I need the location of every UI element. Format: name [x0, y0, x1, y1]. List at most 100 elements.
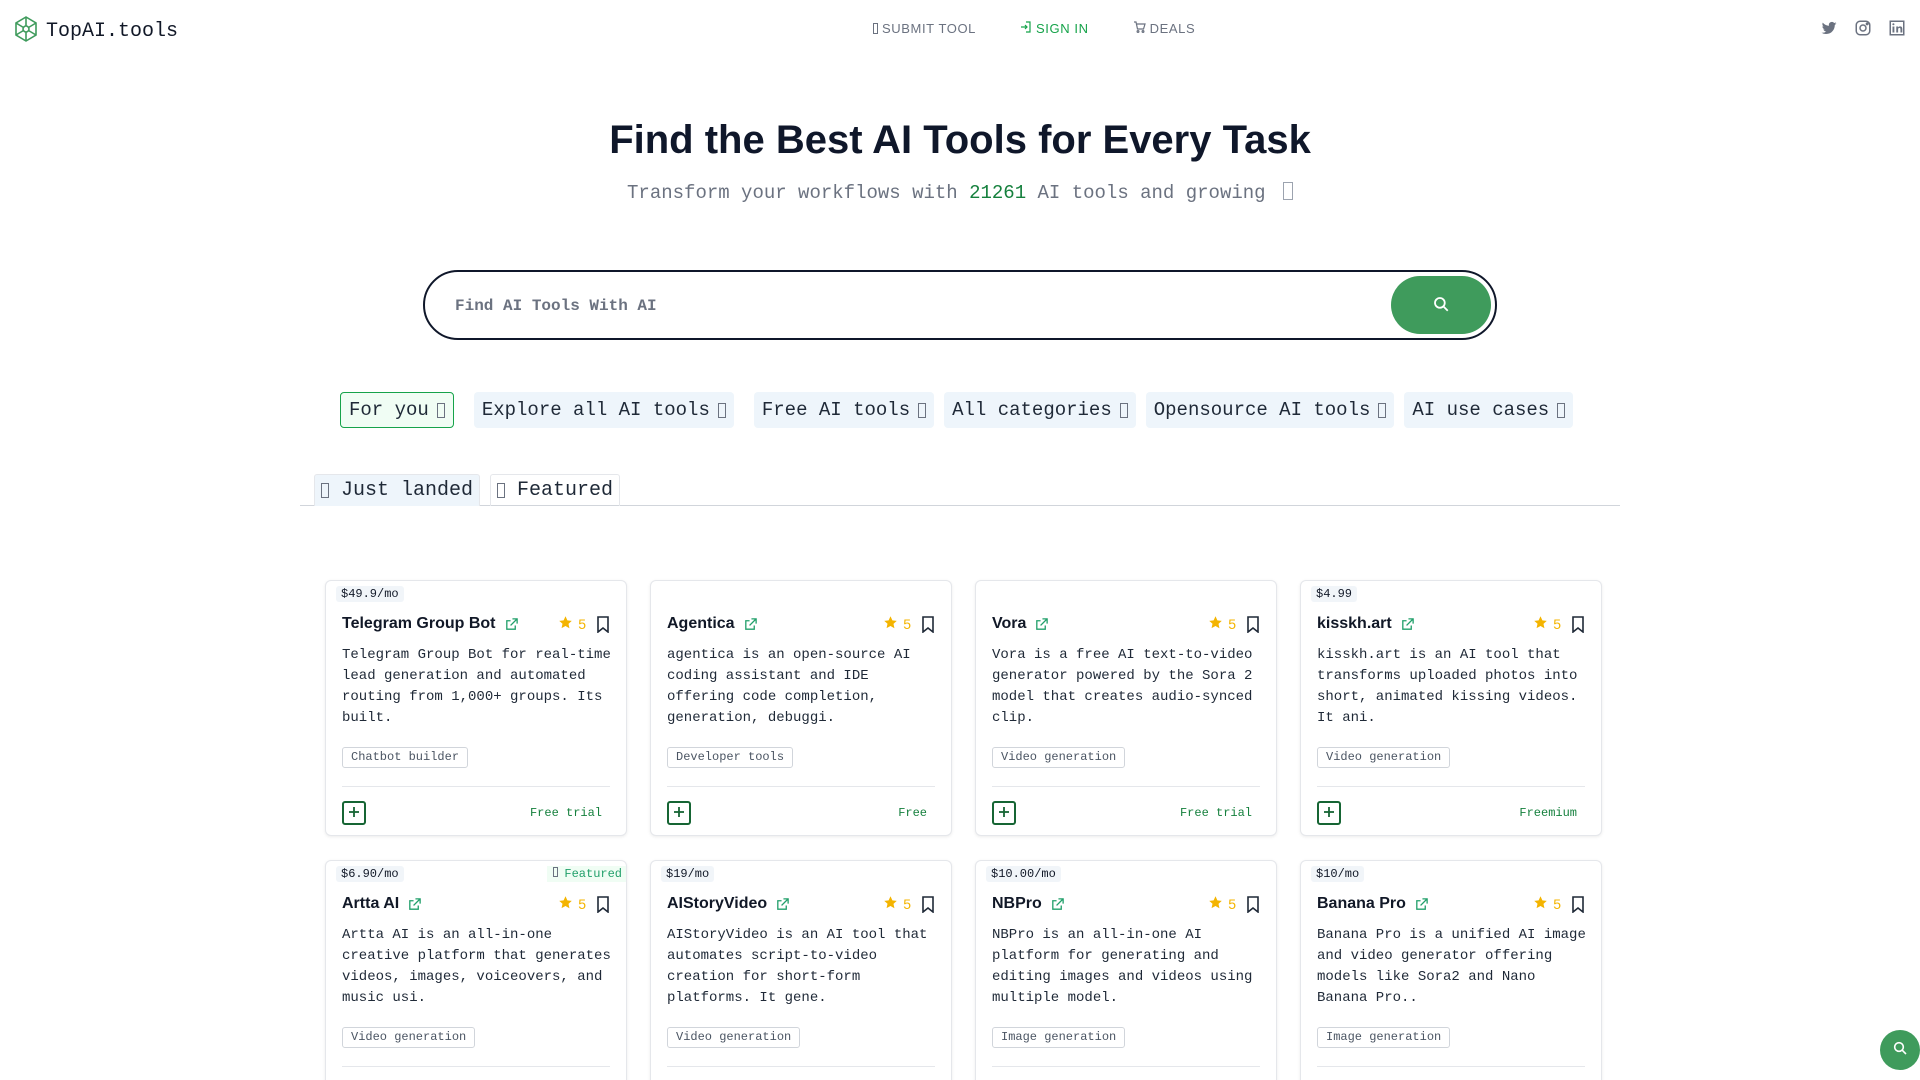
- code-icon: [1378, 402, 1387, 418]
- card-title[interactable]: AIStoryVideo: [667, 895, 767, 913]
- hero-sub-prefix: Transform your workflows with: [627, 182, 958, 204]
- compass-icon: [717, 402, 726, 418]
- add-to-list-button[interactable]: [1317, 801, 1341, 825]
- tool-card[interactable]: $10/mo Banana Pro 5 Banana Pro is a unified…: [1300, 860, 1602, 1080]
- external-link-icon[interactable]: [1400, 617, 1415, 632]
- card-title[interactable]: kisskh.art: [1317, 615, 1392, 633]
- plus-icon: [348, 806, 360, 821]
- bookmark-icon[interactable]: [1246, 615, 1260, 633]
- card-divider: [342, 1066, 610, 1067]
- add-to-list-button[interactable]: [992, 801, 1016, 825]
- star-icon: [1208, 895, 1223, 913]
- bookmark-icon[interactable]: [921, 615, 935, 633]
- pill-opensource[interactable]: Opensource AI tools: [1145, 392, 1395, 428]
- card-description: agentica is an open-source AI coding ass…: [667, 647, 911, 726]
- featured-label: Featured: [564, 867, 622, 881]
- nav-sign-in[interactable]: SIGN IN: [1020, 21, 1089, 36]
- tool-card[interactable]: $10.00/mo NBPro 5 NBPro is an all-in-one AI…: [975, 860, 1277, 1080]
- tool-card[interactable]: $6.90/mo Featured Artta AI 5 Artta AI is an …: [325, 860, 627, 1080]
- star-icon: [1208, 615, 1223, 633]
- pricing-model: Free: [898, 806, 927, 820]
- tool-card[interactable]: $4.99 kisskh.art 5 kisskh.art is an AI tool…: [1300, 580, 1602, 836]
- twitter-icon[interactable]: [1820, 19, 1838, 37]
- external-link-icon[interactable]: [407, 897, 422, 912]
- external-link-icon[interactable]: [504, 617, 519, 632]
- search-button[interactable]: [1391, 276, 1491, 334]
- external-link-icon[interactable]: [1050, 897, 1065, 912]
- tool-card[interactable]: $19/mo AIStoryVideo 5 AIStoryVideo is an AI…: [650, 860, 952, 1080]
- category-tag[interactable]: Chatbot builder: [342, 747, 469, 768]
- rating: 5: [1208, 895, 1236, 913]
- card-title-row: Artta AI 5: [342, 893, 610, 915]
- instagram-icon[interactable]: [1854, 19, 1872, 37]
- bookmark-icon[interactable]: [921, 895, 935, 913]
- plus-icon: [1323, 806, 1335, 821]
- hero-title: Find the Best AI Tools for Every Task: [609, 118, 1311, 162]
- card-description: kisskh.art is an AI tool that transforms…: [1317, 647, 1578, 726]
- card-title[interactable]: Agentica: [667, 615, 735, 633]
- rating: 5: [558, 615, 586, 633]
- search-icon: [1892, 1040, 1908, 1061]
- external-link-icon[interactable]: [775, 897, 790, 912]
- category-tag[interactable]: Video generation: [667, 1027, 801, 1048]
- bookmark-icon[interactable]: [1246, 895, 1260, 913]
- category-tag[interactable]: Developer tools: [667, 747, 794, 768]
- rating-value: 5: [578, 896, 586, 912]
- card-title[interactable]: Telegram Group Bot: [342, 615, 496, 633]
- bookmark-icon[interactable]: [1571, 895, 1585, 913]
- external-link-icon[interactable]: [743, 617, 758, 632]
- tab-label: Featured: [517, 479, 614, 502]
- tool-card[interactable]: Agentica 5 agentica is an open-source AI c…: [650, 580, 952, 836]
- nav-deals[interactable]: DEALS: [1133, 21, 1196, 36]
- tab-featured[interactable]: Featured: [490, 474, 621, 506]
- plus-icon: [673, 806, 685, 821]
- external-link-icon[interactable]: [1414, 897, 1429, 912]
- price-badge: $19/mo: [661, 866, 715, 882]
- tool-card[interactable]: Vora 5 Vora is a free AI text-to-video gen…: [975, 580, 1277, 836]
- card-title[interactable]: NBPro: [992, 895, 1042, 913]
- card-title-row: Telegram Group Bot 5: [342, 613, 610, 635]
- category-tag[interactable]: Video generation: [342, 1027, 476, 1048]
- linkedin-icon[interactable]: [1888, 19, 1906, 37]
- card-title[interactable]: Vora: [992, 615, 1026, 633]
- category-tag[interactable]: Image generation: [1317, 1027, 1451, 1048]
- price-badge: $10.00/mo: [986, 866, 1061, 882]
- bookmark-icon[interactable]: [1571, 615, 1585, 633]
- pill-all-categories[interactable]: All categories: [944, 392, 1136, 428]
- add-to-list-button[interactable]: [342, 801, 366, 825]
- search-input[interactable]: [455, 292, 1355, 320]
- bookmark-icon[interactable]: [596, 615, 610, 633]
- rating: 5: [1533, 615, 1561, 633]
- submit-icon: [873, 23, 878, 34]
- tool-card[interactable]: $49.9/mo Telegram Group Bot 5 Telegram Grou…: [325, 580, 627, 836]
- pill-label: Opensource AI tools: [1153, 399, 1371, 421]
- bookmark-icon[interactable]: [596, 895, 610, 913]
- floating-search-button[interactable]: [1880, 1030, 1920, 1070]
- card-description: NBPro is an all-in-one AI platform for g…: [992, 927, 1253, 1006]
- card-title[interactable]: Banana Pro: [1317, 895, 1406, 913]
- pricing-model: Free trial: [529, 806, 602, 820]
- rating-value: 5: [903, 616, 911, 632]
- star-icon: [558, 615, 573, 633]
- category-tag[interactable]: Video generation: [992, 747, 1126, 768]
- pricing-model: Free trial: [1179, 806, 1252, 820]
- category-tag[interactable]: Video generation: [1317, 747, 1451, 768]
- pill-label: Free AI tools: [761, 399, 911, 421]
- pill-free-tools[interactable]: Free AI tools: [753, 392, 935, 428]
- filter-pills: For you Explore all AI tools Free AI too…: [340, 392, 1574, 428]
- star-icon: [883, 615, 898, 633]
- external-link-icon[interactable]: [1034, 617, 1049, 632]
- pill-use-cases[interactable]: AI use cases: [1404, 392, 1574, 428]
- tab-just-landed[interactable]: Just landed: [314, 474, 481, 506]
- star-icon: [558, 895, 573, 913]
- pill-for-you[interactable]: For you: [340, 392, 454, 428]
- brand-logo[interactable]: TopAI.tools: [12, 15, 178, 48]
- nav-submit-tool[interactable]: SUBMIT TOOL: [873, 21, 976, 36]
- price-badge: $49.9/mo: [336, 586, 404, 602]
- card-title-row: NBPro 5: [992, 893, 1260, 915]
- rating: 5: [558, 895, 586, 913]
- pill-explore-all[interactable]: Explore all AI tools: [473, 392, 734, 428]
- category-tag[interactable]: Image generation: [992, 1027, 1126, 1048]
- card-title[interactable]: Artta AI: [342, 895, 399, 913]
- add-to-list-button[interactable]: [667, 801, 691, 825]
